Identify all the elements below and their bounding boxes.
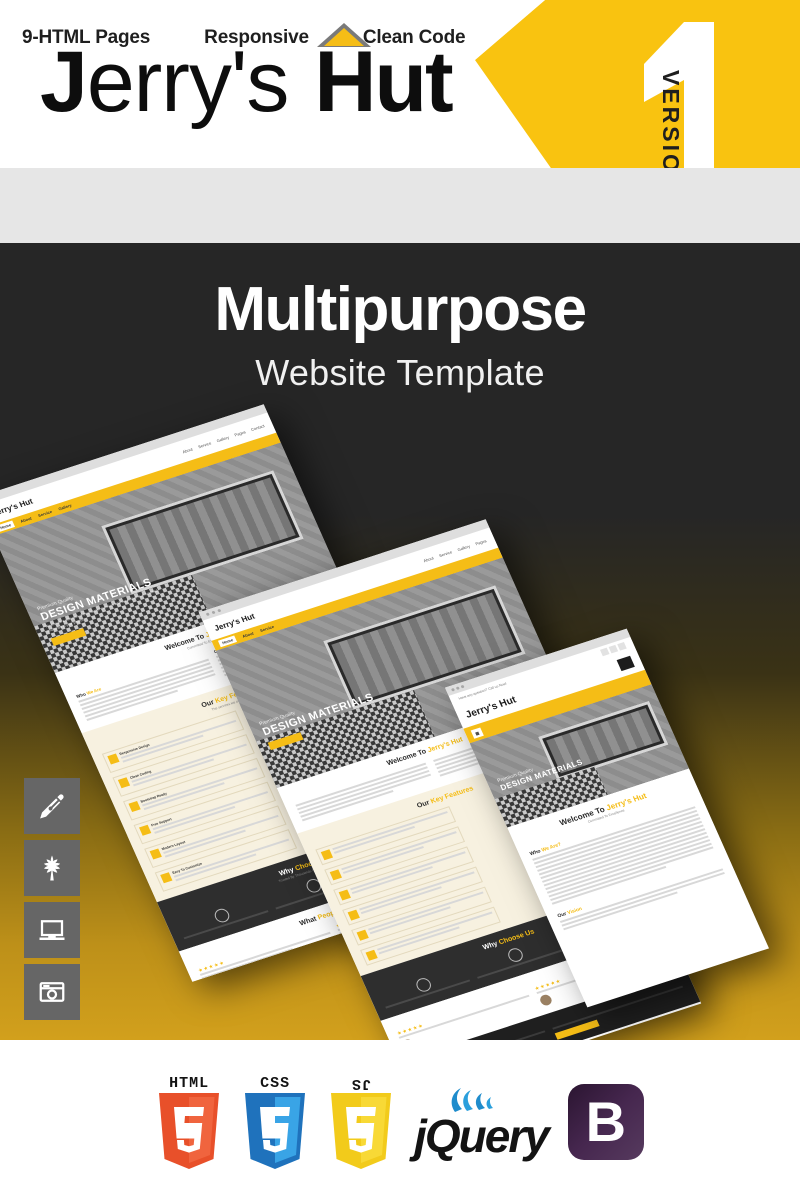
javascript-shield-icon: [331, 1093, 392, 1169]
feature-icon: [347, 909, 360, 921]
jquery-wordmark: jQuery: [414, 1110, 550, 1163]
mockup-nav-item: Contact: [249, 422, 266, 432]
mockup-nav-item: Service: [437, 548, 453, 558]
mockup-navbar-grid-icon: ▦: [470, 727, 484, 739]
laptop-icon[interactable]: [24, 902, 80, 958]
css3-logo: CSS: [242, 1075, 308, 1169]
feature-icon: [107, 753, 120, 765]
avatar: [538, 993, 554, 1007]
html5-shield-icon: [159, 1093, 220, 1169]
avatar: [203, 978, 219, 982]
mockup-nav-item: Gallery: [456, 543, 471, 552]
javascript-logo: JS: [328, 1075, 394, 1169]
html5-logo: HTML: [156, 1075, 222, 1169]
hero-subtitle: Website Template: [255, 352, 545, 393]
css3-label: CSS: [260, 1075, 291, 1092]
mockup-nav-item: About: [422, 554, 435, 563]
linkedin-icon: [617, 641, 627, 651]
feature-icon: [128, 800, 141, 812]
feature-icon: [338, 889, 351, 901]
hero-title: Multipurpose: [214, 275, 587, 344]
bootstrap-logo: B: [567, 1084, 644, 1160]
mockup-nav-item: Service: [196, 440, 212, 449]
leaf-icon[interactable]: [24, 840, 80, 896]
mockup-nav-item: Pages: [233, 428, 247, 438]
tech-logos: HTML CSS JS jQuery B: [0, 1062, 800, 1182]
feature-item-pages: 9-HTML Pages: [22, 26, 151, 48]
feature-icon: [365, 949, 378, 961]
feature-item-responsive: Responsive: [204, 26, 309, 48]
mockup-nav-item: Gallery: [215, 434, 230, 443]
javascript-label: JS: [351, 1075, 372, 1092]
facebook-icon: [599, 647, 610, 656]
mockup-nav-item: About: [181, 446, 194, 454]
feature-icon: [149, 848, 162, 860]
feature-icon: [117, 777, 131, 789]
mockup-footer-button: [554, 1019, 600, 1040]
camera-icon[interactable]: [24, 964, 80, 1020]
pen-nib-icon[interactable]: [24, 778, 80, 834]
feature-icon: [160, 872, 173, 884]
feature-icon: [356, 929, 369, 941]
icon-rail: [24, 778, 80, 1020]
mockup-navbar-item: About: [19, 515, 33, 524]
twitter-icon: [608, 644, 618, 653]
css3-shield-icon: [245, 1093, 306, 1169]
jquery-logo: jQuery: [414, 1086, 550, 1163]
feature-item-clean-code: Clean Code: [362, 26, 466, 48]
bootstrap-b-letter: B: [585, 1090, 627, 1153]
feature-list: 9-HTML Pages Responsive Clean Code: [22, 0, 466, 75]
feature-icon: [139, 824, 152, 836]
feature-icon: [320, 849, 334, 861]
poster-page: Jerry's Hut VERSION 9-HTML Pages Respons…: [0, 0, 800, 1200]
feature-icon: [329, 869, 342, 881]
mockup-navbar-item: About: [241, 630, 255, 639]
html5-label: HTML: [169, 1075, 210, 1092]
feature-bar: [0, 168, 800, 243]
mockup-nav-item: Pages: [474, 537, 488, 546]
hamburger-menu-icon[interactable]: [616, 655, 635, 672]
